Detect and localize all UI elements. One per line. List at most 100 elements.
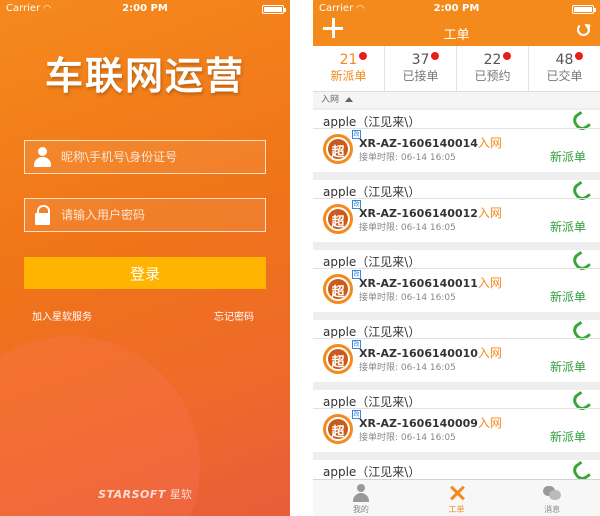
username-input[interactable] [55, 150, 265, 164]
accept-deadline: 接单时限: 06-14 16:05 [359, 293, 456, 303]
unread-dot [431, 52, 439, 60]
tab-label: 工单 [448, 505, 465, 514]
avatar: 超 [323, 134, 353, 164]
order-status: 新派单 [549, 220, 586, 234]
tab-count: 22 [483, 52, 502, 68]
tab-count: 21 [339, 52, 358, 68]
unread-dot [575, 52, 583, 60]
tab-label: 我的 [352, 505, 369, 514]
order-status: 新派单 [549, 360, 586, 374]
customer-name: apple（江见来\） [323, 465, 421, 479]
brand-name-en: STARSOFT [98, 488, 166, 501]
order-status: 新派单 [549, 290, 586, 304]
tab-messages[interactable]: 消息 [504, 480, 600, 516]
order-card[interactable]: apple（江见来\） 超 改 XR-AZ-1606140009入网 接单时限:… [313, 390, 600, 452]
order-status: 新派单 [549, 150, 586, 164]
card-divider [313, 198, 600, 199]
phone-icon[interactable] [572, 252, 586, 266]
tab-submitted[interactable]: 48 已交单 [529, 46, 600, 91]
order-status-tabs: 21 新派单 37 已接单 22 已预约 48 已交单 [313, 46, 600, 92]
battery-icon [262, 5, 286, 14]
unread-dot [359, 52, 367, 60]
order-type: 入网 [477, 346, 502, 360]
battery-icon [572, 5, 596, 14]
section-label: 入网 [321, 95, 340, 105]
unread-dot [503, 52, 511, 60]
avatar-text: 超 [331, 425, 345, 440]
phone-icon[interactable] [572, 112, 586, 126]
bottom-tab-bar: 我的 工单 消息 [313, 479, 600, 516]
tab-orders[interactable]: 工单 [409, 480, 505, 516]
avatar: 超 [323, 274, 353, 304]
brand-name-cn: 星软 [169, 488, 192, 501]
order-number: XR-AZ-1606140010入网 [359, 344, 502, 361]
order-type: 入网 [477, 416, 502, 430]
avatar-text: 超 [331, 285, 345, 300]
order-id: XR-AZ-1606140009 [359, 417, 478, 430]
status-time: 2:00 PM [122, 3, 168, 14]
phone-icon[interactable] [572, 392, 586, 406]
password-input[interactable] [55, 208, 265, 222]
accept-deadline: 接单时限: 06-14 16:05 [359, 363, 456, 373]
order-number: XR-AZ-1606140014入网 [359, 134, 502, 151]
order-card[interactable]: apple（江见来\） 超 改 XR-AZ-1606140014入网 接单时限:… [313, 110, 600, 172]
lock-icon [25, 199, 55, 231]
avatar: 超 [323, 204, 353, 234]
order-type: 入网 [477, 276, 502, 290]
forgot-password-link[interactable]: 忘记密码 [214, 308, 254, 323]
tab-label: 消息 [544, 505, 561, 514]
app-logo-title: 车联网运营 [44, 54, 245, 98]
login-button[interactable]: 登录 [24, 257, 266, 289]
avatar-text: 超 [331, 145, 345, 160]
order-id: XR-AZ-1606140011 [359, 277, 478, 290]
avatar-text: 超 [331, 215, 345, 230]
tab-scheduled[interactable]: 22 已预约 [457, 46, 529, 91]
card-divider [313, 128, 600, 129]
card-divider [313, 268, 600, 269]
card-divider [313, 338, 600, 339]
order-card[interactable]: apple（江见来\） [313, 460, 600, 479]
accept-deadline: 接单时限: 06-14 16:05 [359, 153, 456, 163]
tab-accepted[interactable]: 37 已接单 [385, 46, 457, 91]
status-bar: Carrier ◠ 2:00 PM [313, 0, 600, 18]
tab-mine[interactable]: 我的 [313, 480, 409, 516]
order-type: 入网 [477, 206, 502, 220]
order-number: XR-AZ-1606140012入网 [359, 204, 502, 221]
username-field[interactable] [24, 140, 266, 174]
tab-new-dispatch[interactable]: 21 新派单 [313, 46, 385, 91]
join-service-link[interactable]: 加入星软服务 [32, 308, 92, 323]
tab-label: 已接单 [402, 69, 439, 83]
tab-count: 37 [411, 52, 430, 68]
refresh-icon[interactable] [577, 23, 590, 36]
tab-label: 已交单 [546, 69, 583, 83]
brand-logo: STARSOFT 星软 [0, 486, 290, 502]
status-time: 2:00 PM [433, 3, 480, 14]
password-field[interactable] [24, 198, 266, 232]
avatar: 超 [323, 344, 353, 374]
order-id: XR-AZ-1606140014 [359, 137, 478, 150]
screenshot-stage: Carrier◠ 2:00 PM 车联网运营 登录 加入星软服务 忘记密码 ST… [0, 0, 600, 516]
order-id: XR-AZ-1606140012 [359, 207, 478, 220]
page-title: 工单 [443, 28, 470, 43]
order-card[interactable]: apple（江见来\） 超 改 XR-AZ-1606140011入网 接单时限:… [313, 250, 600, 312]
chat-icon [543, 484, 562, 502]
phone-icon[interactable] [572, 462, 586, 476]
phone-icon[interactable] [572, 182, 586, 196]
order-card[interactable]: apple（江见来\） 超 改 XR-AZ-1606140010入网 接单时限:… [313, 320, 600, 382]
tab-label: 新派单 [330, 69, 367, 83]
order-status: 新派单 [549, 430, 586, 444]
orders-screen: Carrier ◠ 2:00 PM 工单 21 新派单 37 已接单 22 已预… [313, 0, 600, 516]
order-type: 入网 [477, 136, 502, 150]
section-header[interactable]: 入网 [313, 92, 600, 108]
tab-count: 48 [555, 52, 574, 68]
order-card[interactable]: apple（江见来\） 超 改 XR-AZ-1606140012入网 接单时限:… [313, 180, 600, 242]
phone-icon[interactable] [572, 322, 586, 336]
card-divider [313, 408, 600, 409]
nav-header: Carrier ◠ 2:00 PM 工单 [313, 0, 600, 46]
caret-up-icon [345, 97, 354, 102]
tab-label: 已预约 [474, 69, 511, 83]
order-number: XR-AZ-1606140009入网 [359, 414, 502, 431]
user-icon [25, 141, 55, 173]
avatar-text: 超 [331, 355, 345, 370]
order-id: XR-AZ-1606140010 [359, 347, 478, 360]
